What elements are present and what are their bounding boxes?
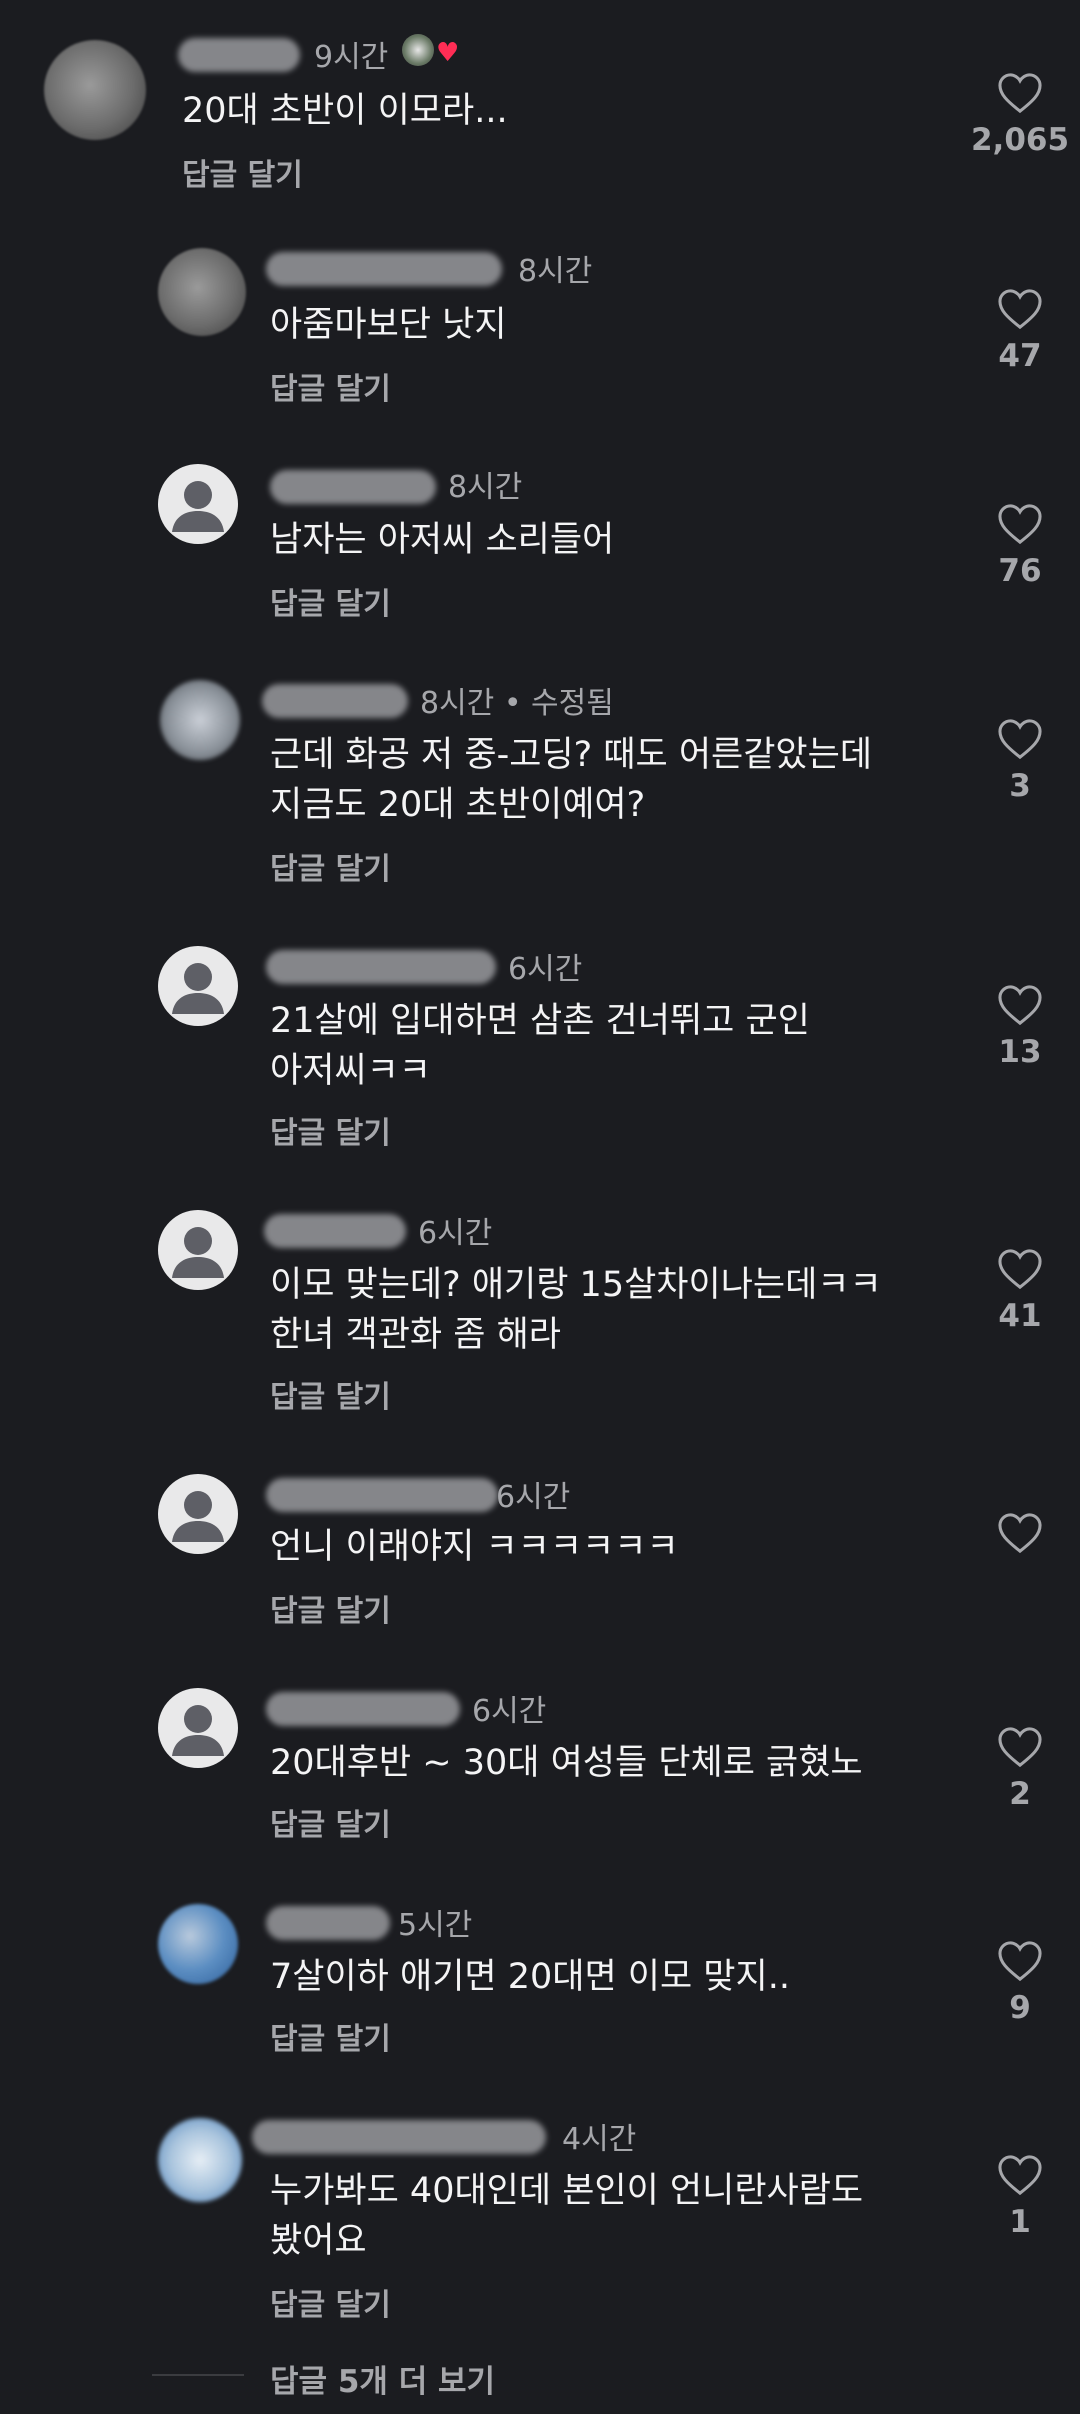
user-avatar[interactable] (158, 2118, 242, 2202)
comment-text: 21살에 입대하면 삼촌 건너뛰고 군인 아저씨ㅋㅋ (270, 1001, 810, 1091)
heart-icon (998, 985, 1042, 1026)
like-count: 9 (1009, 1990, 1031, 2026)
username-redacted[interactable] (266, 950, 496, 984)
like-button[interactable]: 47 (960, 288, 1080, 374)
like-button[interactable]: 41 (960, 1248, 1080, 1334)
reply-button[interactable]: 답글 달기 (270, 844, 391, 888)
like-count: 3 (1009, 768, 1031, 804)
user-silhouette-icon (172, 1491, 224, 1542)
comment-time: 4시간 (562, 2122, 637, 2157)
comment-text: 7살이하 애기면 20대면 이모 맞지.. (270, 1957, 790, 1997)
heart-icon (998, 1249, 1042, 1290)
user-silhouette-icon (172, 963, 224, 1014)
heart-icon (998, 1941, 1042, 1982)
comment-time: 6시간 (508, 952, 583, 987)
heart-icon (998, 1513, 1042, 1554)
comment-text: 이모 맞는데? 애기랑 15살차이나는데ㅋㅋ 한녀 객관화 좀 해라 (270, 1265, 882, 1355)
comment-time: 9시간 (314, 40, 389, 75)
username-redacted[interactable] (266, 1906, 390, 1940)
more-replies-divider (152, 2374, 244, 2376)
heart-icon (998, 719, 1042, 760)
username-redacted[interactable] (266, 1692, 460, 1726)
like-count: 2,065 (970, 122, 1070, 158)
reply-button[interactable]: 답글 달기 (270, 1108, 391, 1152)
like-count: 41 (998, 1298, 1042, 1334)
like-count: 2 (1009, 1776, 1031, 1812)
comment-time: 8시간 (518, 254, 593, 289)
like-count: 13 (998, 1034, 1042, 1070)
like-button[interactable]: 9 (960, 1940, 1080, 2026)
user-silhouette-icon (172, 1705, 224, 1756)
username-redacted[interactable] (266, 252, 502, 286)
comment-time: 8시간 (448, 470, 523, 505)
heart-icon (998, 73, 1042, 114)
username-redacted[interactable] (264, 1214, 406, 1248)
like-count: 1 (1009, 2204, 1031, 2240)
default-user-avatar[interactable] (158, 946, 238, 1026)
reply-button[interactable]: 답글 달기 (270, 364, 391, 408)
heart-icon (998, 289, 1042, 330)
creator-avatar-badge (402, 34, 434, 66)
comment-text: 언니 이래야지 ㅋㅋㅋㅋㅋㅋ (270, 1527, 679, 1567)
like-button[interactable]: 13 (960, 984, 1080, 1070)
reply-button[interactable]: 답글 달기 (270, 2014, 391, 2058)
user-avatar[interactable] (158, 1904, 238, 1984)
username-redacted[interactable] (262, 684, 408, 718)
comment-text: 남자는 아저씨 소리들어 (270, 520, 615, 560)
username-redacted[interactable] (266, 1478, 498, 1512)
comment-text: 근데 화공 저 중-고딩? 때도 어른같았는데 지금도 20대 초반이예여? (270, 735, 873, 825)
user-silhouette-icon (172, 1227, 224, 1278)
heart-icon (998, 2155, 1042, 2196)
view-more-replies-button[interactable]: 답글 5개 더 보기 (270, 2356, 495, 2401)
username-redacted[interactable] (178, 38, 300, 72)
comment-text: 아줌마보단 낫지 (270, 305, 507, 345)
like-button[interactable]: 2,065 (960, 72, 1080, 158)
comment-text: 누가봐도 40대인데 본인이 언니란사람도 봤어요 (270, 2171, 864, 2261)
like-button[interactable]: 1 (960, 2154, 1080, 2240)
like-button[interactable] (960, 1512, 1080, 1554)
like-button[interactable]: 76 (960, 503, 1080, 589)
like-button[interactable]: 3 (960, 718, 1080, 804)
reply-button[interactable]: 답글 달기 (182, 150, 303, 194)
reply-button[interactable]: 답글 달기 (270, 1586, 391, 1630)
user-silhouette-icon (172, 481, 224, 532)
comment-time: 6시간 (418, 1216, 493, 1251)
default-user-avatar[interactable] (158, 1210, 238, 1290)
reply-button[interactable]: 답글 달기 (270, 579, 391, 623)
default-user-avatar[interactable] (158, 464, 238, 544)
user-avatar[interactable] (160, 680, 240, 760)
heart-icon (998, 1727, 1042, 1768)
reply-button[interactable]: 답글 달기 (270, 1372, 391, 1416)
comment-time: 6시간 (496, 1480, 571, 1515)
like-button[interactable]: 2 (960, 1726, 1080, 1812)
user-avatar[interactable] (158, 248, 246, 336)
like-count: 47 (998, 338, 1042, 374)
username-redacted[interactable] (252, 2120, 546, 2154)
comment-time: 5시간 (398, 1908, 473, 1943)
creator-liked-heart-icon: ♥ (436, 38, 460, 68)
comment-text: 20대후반 ~ 30대 여성들 단체로 긁혔노 (270, 1743, 863, 1783)
username-redacted[interactable] (270, 470, 436, 504)
user-avatar[interactable] (44, 40, 146, 140)
default-user-avatar[interactable] (158, 1688, 238, 1768)
comment-text: 20대 초반이 이모라... (182, 91, 508, 131)
comment-time: 8시간 • 수정됨 (420, 686, 614, 721)
default-user-avatar[interactable] (158, 1474, 238, 1554)
comment-time: 6시간 (472, 1694, 547, 1729)
reply-button[interactable]: 답글 달기 (270, 1800, 391, 1844)
heart-icon (998, 504, 1042, 545)
like-count: 76 (998, 553, 1042, 589)
reply-button[interactable]: 답글 달기 (270, 2280, 391, 2324)
